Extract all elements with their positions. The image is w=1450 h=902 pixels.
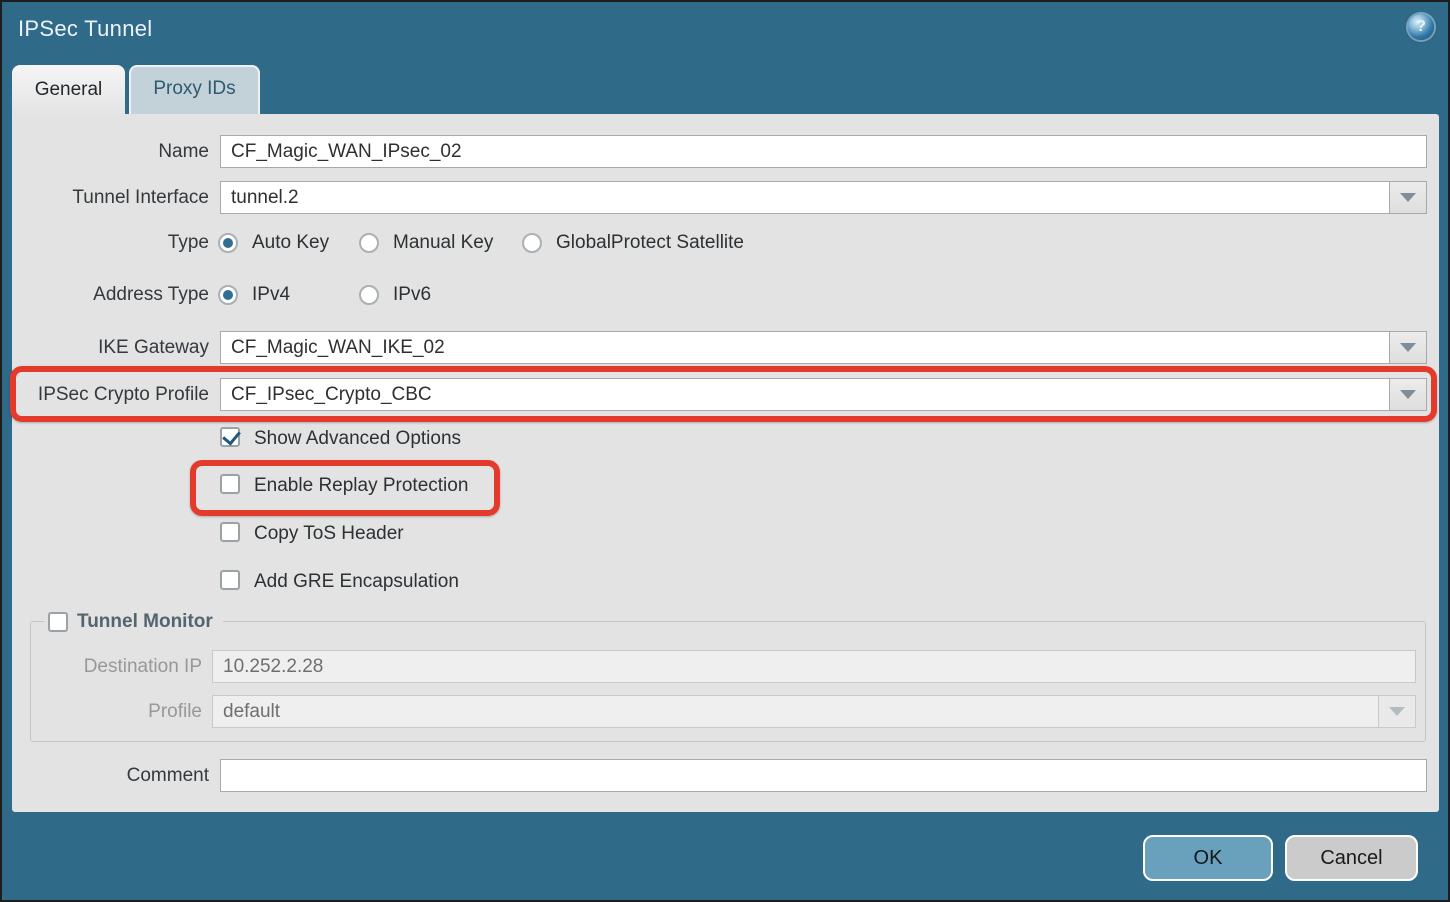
comment-input[interactable] [220, 759, 1427, 792]
comment-label: Comment [12, 759, 209, 792]
ipsec-crypto-profile-combo [220, 378, 1427, 411]
tab-proxy-ids[interactable]: Proxy IDs [129, 65, 260, 114]
tunnel-interface-combo [220, 181, 1427, 214]
tunnel-monitor-legend: Tunnel Monitor [44, 609, 223, 634]
cancel-button[interactable]: Cancel [1285, 835, 1418, 881]
name-input[interactable] [220, 135, 1427, 168]
radio-globalprotect-satellite-label: GlobalProtect Satellite [556, 232, 744, 254]
ipsec-tunnel-dialog: IPSec Tunnel ? General Proxy IDs Name Tu… [0, 0, 1450, 902]
radio-auto-key[interactable] [218, 233, 238, 253]
radio-ipv4-label: IPv4 [252, 284, 290, 306]
checkbox-tunnel-monitor[interactable] [48, 612, 68, 632]
profile-label: Profile [12, 695, 202, 728]
radio-globalprotect-satellite[interactable] [522, 233, 542, 253]
address-type-label: Address Type [12, 283, 209, 307]
checkbox-show-advanced-options[interactable] [220, 427, 240, 447]
ok-button[interactable]: OK [1143, 835, 1273, 881]
tunnel-interface-dropdown-button[interactable] [1389, 181, 1427, 214]
ike-gateway-combo [220, 331, 1427, 364]
chevron-down-icon [1400, 390, 1416, 399]
tab-general[interactable]: General [12, 65, 125, 115]
ike-gateway-input[interactable] [220, 331, 1390, 364]
dialog-title: IPSec Tunnel [18, 16, 152, 42]
radio-manual-key-label: Manual Key [393, 232, 493, 254]
ipsec-crypto-profile-label: IPSec Crypto Profile [12, 378, 209, 411]
radio-ipv6[interactable] [359, 285, 379, 305]
tunnel-monitor-label: Tunnel Monitor [77, 611, 213, 633]
radio-ipv6-label: IPv6 [393, 284, 431, 306]
ike-gateway-label: IKE Gateway [12, 331, 209, 364]
checkbox-enable-replay-protection[interactable] [220, 474, 240, 494]
checkbox-add-gre-encapsulation-label: Add GRE Encapsulation [254, 571, 459, 593]
ipsec-crypto-profile-input[interactable] [220, 378, 1390, 411]
chevron-down-icon [1400, 343, 1416, 352]
tunnel-interface-input[interactable] [220, 181, 1390, 214]
checkbox-copy-tos-header[interactable] [220, 522, 240, 542]
ike-gateway-dropdown-button[interactable] [1389, 331, 1427, 364]
chevron-down-icon [1400, 193, 1416, 202]
type-label: Type [12, 231, 209, 255]
destination-ip-input [212, 650, 1416, 683]
profile-dropdown-button [1378, 695, 1416, 728]
radio-ipv4[interactable] [218, 285, 238, 305]
chevron-down-icon [1389, 707, 1405, 716]
general-tab-panel: Name Tunnel Interface Type Auto Key Manu… [12, 114, 1439, 812]
profile-input [212, 695, 1379, 728]
ipsec-crypto-profile-dropdown-button[interactable] [1389, 378, 1427, 411]
radio-manual-key[interactable] [359, 233, 379, 253]
destination-ip-label: Destination IP [12, 650, 202, 683]
tunnel-interface-label: Tunnel Interface [12, 181, 209, 214]
profile-combo [212, 695, 1416, 728]
radio-auto-key-label: Auto Key [252, 232, 329, 254]
name-label: Name [12, 135, 209, 168]
checkbox-add-gre-encapsulation[interactable] [220, 570, 240, 590]
checkbox-show-advanced-options-label: Show Advanced Options [254, 428, 461, 450]
checkbox-copy-tos-header-label: Copy ToS Header [254, 523, 404, 545]
help-icon[interactable]: ? [1408, 14, 1434, 40]
checkbox-enable-replay-protection-label: Enable Replay Protection [254, 475, 468, 497]
